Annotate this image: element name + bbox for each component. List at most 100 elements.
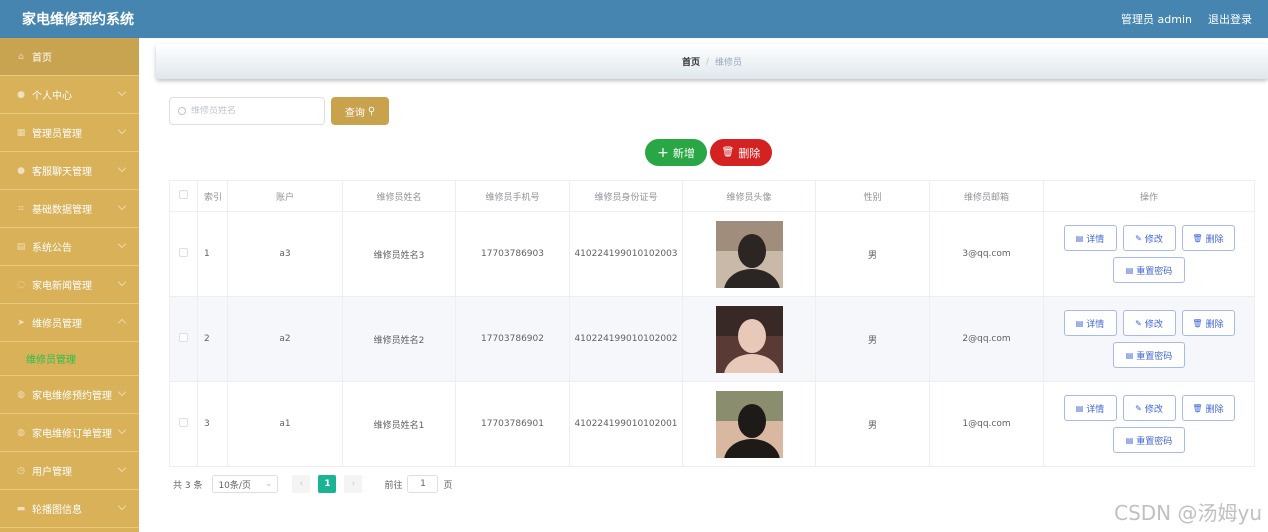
search-icon: ⚲ — [367, 105, 376, 117]
sidebar-item-basedata[interactable]: ⌗ 基础数据管理 — [0, 190, 139, 228]
detail-button[interactable]: ▤ 详情 — [1063, 225, 1117, 251]
sidebar-item-booking[interactable]: ◍ 家电维修预约管理 — [0, 376, 139, 414]
top-bar: 家电维修预约系统 管理员 admin 退出登录 — [0, 0, 1268, 38]
chevron-down-icon — [117, 201, 127, 211]
edit-button[interactable]: ✎ 修改 — [1122, 310, 1176, 336]
table-row: 2 a2 维修员姓名2 17703786902 410224199010102002 男 2… — [169, 296, 1255, 382]
plane-icon: ➤ — [17, 317, 25, 328]
sidebar-item-users[interactable]: ◷ 用户管理 — [0, 452, 139, 490]
sidebar-item-label: 轮播图信息 — [32, 505, 82, 516]
cell-phone: 17703786901 — [455, 381, 570, 467]
row-select-cell — [169, 211, 198, 297]
cell-phone: 17703786903 — [455, 211, 570, 297]
watermark: CSDN @汤姆yu — [1114, 501, 1262, 525]
app-title: 家电维修预约系统 — [22, 12, 134, 28]
delete-button[interactable]: 🗑 删除 — [710, 139, 772, 166]
edit-button[interactable]: ✎ 修改 — [1122, 395, 1176, 421]
main-content: 首页 / 维修员 查询 ⚲ + 新增 🗑 删除 索引 账户 维修员姓名 维修员手… — [139, 38, 1268, 532]
prev-page-button[interactable]: ‹ — [292, 475, 311, 493]
cell-avatar — [682, 296, 816, 382]
search-icon — [178, 107, 186, 115]
sidebar-item-admin[interactable]: ▦ 管理员管理 — [0, 114, 139, 152]
cell-idcard: 410224199010102003 — [569, 211, 683, 297]
cell-ops: ▤ 详情 ✎ 修改 🗑 删除 ▤ 重置密码 — [1043, 211, 1255, 297]
reset-password-button[interactable]: ▤ 重置密码 — [1113, 427, 1185, 453]
row-checkbox[interactable] — [179, 418, 188, 427]
plus-icon: + — [657, 144, 669, 161]
cell-account: a2 — [227, 296, 343, 382]
row-delete-button[interactable]: 🗑 删除 — [1181, 395, 1235, 421]
page-number-active[interactable]: 1 — [318, 475, 337, 493]
logout-link[interactable]: 退出登录 — [1208, 11, 1252, 27]
sidebar-subitem-repairman[interactable]: 维修员管理 — [0, 342, 139, 376]
chevron-down-icon — [117, 501, 127, 511]
detail-label: 详情 — [1086, 319, 1105, 330]
sidebar-item-notice[interactable]: ▤ 系统公告 — [0, 228, 139, 266]
cell-ops: ▤ 详情 ✎ 修改 🗑 删除 ▤ 重置密码 — [1043, 296, 1255, 382]
sidebar-item-orders[interactable]: ◍ 家电维修订单管理 — [0, 414, 139, 452]
edit-label: 修改 — [1144, 404, 1163, 415]
next-page-button[interactable]: › — [344, 475, 363, 493]
delete-label: 删除 — [1205, 319, 1224, 330]
cell-account: a3 — [227, 211, 343, 297]
search-button-label: 查询 — [344, 107, 365, 119]
page-size-value: 10条/页 — [218, 480, 251, 491]
sidebar-item-label: 个人中心 — [32, 91, 72, 102]
breadcrumb-separator: / — [705, 56, 710, 67]
sidebar-item-carousel[interactable]: ▬ 轮播图信息 — [0, 490, 139, 528]
chevron-down-icon — [117, 163, 127, 173]
box-icon: ▬ — [16, 503, 26, 514]
grid-icon: ▦ — [16, 127, 26, 138]
chevron-down-icon — [117, 387, 127, 397]
select-all-checkbox[interactable] — [179, 190, 188, 199]
trash-icon: 🗑 — [1192, 233, 1203, 243]
search-input[interactable] — [191, 106, 311, 116]
sidebar-item-label: 基础数据管理 — [32, 205, 92, 216]
trash-icon: 🗑 — [1192, 318, 1203, 328]
reset-password-button[interactable]: ▤ 重置密码 — [1113, 257, 1185, 283]
detail-label: 详情 — [1086, 234, 1105, 245]
cell-name: 维修员姓名1 — [342, 381, 456, 467]
breadcrumb-home[interactable]: 首页 — [682, 55, 700, 68]
row-checkbox[interactable] — [179, 333, 188, 342]
sidebar-item-label: 客服聊天管理 — [32, 167, 92, 178]
sidebar-item-repairman[interactable]: ➤ 维修员管理 — [0, 304, 139, 342]
user-icon: ● — [17, 165, 25, 176]
sidebar-item-home[interactable]: ⌂ 首页 — [0, 38, 139, 76]
sidebar-item-chat[interactable]: ● 客服聊天管理 — [0, 152, 139, 190]
breadcrumb-current: 维修员 — [715, 58, 743, 68]
edit-button[interactable]: ✎ 修改 — [1122, 225, 1176, 251]
reset-password-button[interactable]: ▤ 重置密码 — [1113, 342, 1185, 368]
delete-label: 删除 — [1205, 234, 1224, 245]
header-gender: 性别 — [815, 180, 930, 212]
sidebar-item-label: 维修员管理 — [32, 319, 82, 330]
row-delete-button[interactable]: 🗑 删除 — [1181, 225, 1235, 251]
detail-button[interactable]: ▤ 详情 — [1063, 310, 1117, 336]
header-ops: 操作 — [1043, 180, 1255, 212]
chevron-up-icon — [117, 318, 127, 328]
header-account: 账户 — [227, 180, 343, 212]
cell-gender: 男 — [815, 211, 930, 297]
cell-gender: 男 — [815, 296, 930, 382]
sidebar-item-news[interactable]: ◌ 家电新闻管理 — [0, 266, 139, 304]
reset-password-label: 重置密码 — [1136, 351, 1173, 362]
user-label[interactable]: 管理员 admin — [1121, 11, 1192, 27]
table-body: 1 a3 维修员姓名3 17703786903 410224199010102003 男 3… — [169, 211, 1255, 467]
sidebar-item-label: 家电维修预约管理 — [32, 391, 112, 402]
search-button[interactable]: 查询 ⚲ — [331, 97, 389, 125]
page-size-select[interactable]: 10条/页 ⌄ — [212, 475, 279, 493]
sidebar-item-profile[interactable]: ● 个人中心 — [0, 76, 139, 114]
row-checkbox[interactable] — [179, 248, 188, 257]
repairman-table: 索引 账户 维修员姓名 维修员手机号 维修员身份证号 维修员头像 性别 维修员邮… — [169, 180, 1255, 467]
cell-idcard: 410224199010102001 — [569, 381, 683, 467]
sidebar-item-label: 首页 — [32, 53, 52, 64]
sidebar: ⌂ 首页 ● 个人中心 ▦ 管理员管理 ● 客服聊天管理 ⌗ 基础数据管理 ▤ 系统公告 ◌… — [0, 38, 139, 532]
row-delete-button[interactable]: 🗑 删除 — [1181, 310, 1235, 336]
detail-label: 详情 — [1086, 404, 1105, 415]
goto-page-input[interactable]: 1 — [407, 475, 439, 493]
add-button[interactable]: + 新增 — [645, 139, 707, 166]
detail-button[interactable]: ▤ 详情 — [1063, 395, 1117, 421]
page-unit-label: 页 — [443, 480, 453, 491]
doc-icon: ▤ — [1125, 265, 1134, 275]
cell-avatar — [682, 211, 816, 297]
